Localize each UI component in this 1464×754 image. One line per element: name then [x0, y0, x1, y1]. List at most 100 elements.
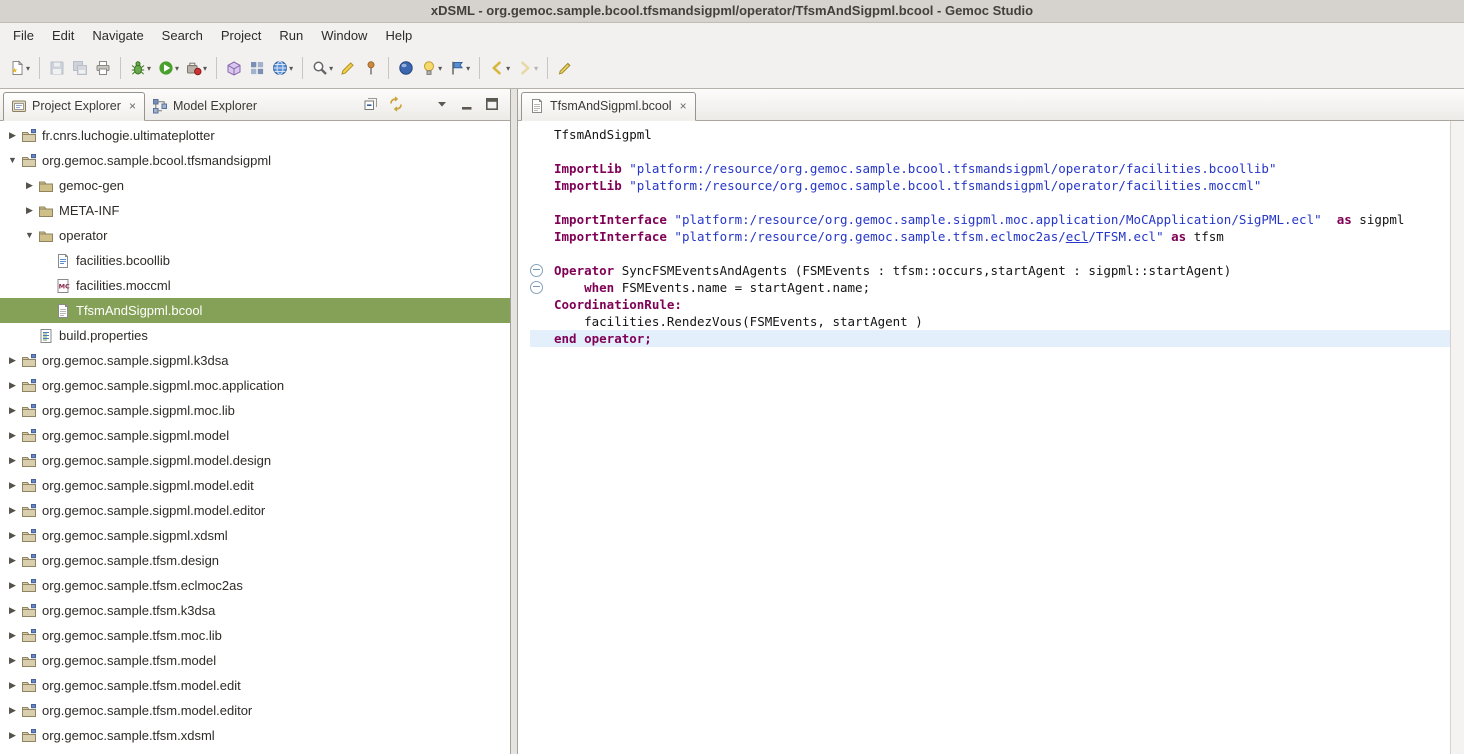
pin-editor-button[interactable]: [360, 55, 382, 81]
tree-item-org.gemoc.sample.tfsm.design[interactable]: ▶org.gemoc.sample.tfsm.design: [0, 548, 510, 573]
expand-arrow-icon[interactable]: ▶: [6, 398, 19, 423]
menu-run[interactable]: Run: [270, 25, 312, 46]
code-line-5[interactable]: [530, 194, 1464, 211]
new-task-button[interactable]: ▾: [446, 55, 473, 81]
tree-item-org.gemoc.sample.tfsm.model[interactable]: ▶org.gemoc.sample.tfsm.model: [0, 648, 510, 673]
fold-collapse-icon[interactable]: −: [530, 281, 554, 294]
expand-arrow-icon[interactable]: ▶: [23, 198, 36, 223]
code-line-9[interactable]: −Operator SyncFSMEventsAndAgents (FSMEve…: [530, 262, 1464, 279]
tree-item-org.gemoc.sample.sigpml.model.editor[interactable]: ▶org.gemoc.sample.sigpml.model.editor: [0, 498, 510, 523]
code-line-2[interactable]: [530, 143, 1464, 160]
code-line-8[interactable]: [530, 245, 1464, 262]
expand-arrow-icon[interactable]: ▶: [6, 673, 19, 698]
menu-file[interactable]: File: [4, 25, 43, 46]
close-icon[interactable]: ×: [680, 100, 687, 112]
expand-arrow-icon[interactable]: ▶: [6, 573, 19, 598]
code-line-11[interactable]: CoordinationRule:: [530, 296, 1464, 313]
code-line-7[interactable]: ImportInterface "platform:/resource/org.…: [530, 228, 1464, 245]
back-history-dropdown-arrow-icon[interactable]: ▾: [506, 64, 510, 73]
open-type-button[interactable]: [395, 55, 417, 81]
new-wizard-dropdown-arrow-icon[interactable]: ▾: [26, 64, 30, 73]
debug-button[interactable]: ▾: [127, 55, 154, 81]
tree-item-org.gemoc.sample.sigpml.k3dsa[interactable]: ▶org.gemoc.sample.sigpml.k3dsa: [0, 348, 510, 373]
menu-search[interactable]: Search: [153, 25, 212, 46]
debug-dropdown-arrow-icon[interactable]: ▾: [147, 64, 151, 73]
external-tools-dropdown-arrow-icon[interactable]: ▾: [203, 64, 207, 73]
code-line-13[interactable]: end operator;: [530, 330, 1451, 347]
tree-item-org.gemoc.sample.sigpml.xdsml[interactable]: ▶org.gemoc.sample.sigpml.xdsml: [0, 523, 510, 548]
expand-arrow-icon[interactable]: ▶: [6, 423, 19, 448]
expand-arrow-icon[interactable]: ▶: [6, 523, 19, 548]
tree-item-org.gemoc.sample.sigpml.moc.application[interactable]: ▶org.gemoc.sample.sigpml.moc.application: [0, 373, 510, 398]
tree-item-org.gemoc.sample.tfsm.eclmoc2as[interactable]: ▶org.gemoc.sample.tfsm.eclmoc2as: [0, 573, 510, 598]
expand-arrow-icon[interactable]: ▶: [6, 548, 19, 573]
quick-access-button[interactable]: ▾: [418, 55, 445, 81]
expand-arrow-icon[interactable]: ▶: [6, 473, 19, 498]
code-line-10[interactable]: − when FSMEvents.name = startAgent.name;: [530, 279, 1464, 296]
tree-item-fr.cnrs.luchogie.ultimateplotter[interactable]: ▶fr.cnrs.luchogie.ultimateplotter: [0, 123, 510, 148]
close-icon[interactable]: ×: [129, 100, 136, 112]
tab-project-explorer[interactable]: Project Explorer ×: [3, 92, 145, 121]
tree-item-META-INF[interactable]: ▶META-INF: [0, 198, 510, 223]
menu-edit[interactable]: Edit: [43, 25, 83, 46]
tab-model-explorer[interactable]: Model Explorer: [145, 93, 265, 120]
tree-item-org.gemoc.sample.sigpml.model.design[interactable]: ▶org.gemoc.sample.sigpml.model.design: [0, 448, 510, 473]
link-with-editor-button[interactable]: [387, 95, 405, 113]
collapse-arrow-icon[interactable]: ▼: [23, 223, 36, 248]
expand-arrow-icon[interactable]: ▶: [6, 448, 19, 473]
open-web-browser-dropdown-arrow-icon[interactable]: ▾: [289, 64, 293, 73]
code-line-6[interactable]: ImportInterface "platform:/resource/org.…: [530, 211, 1464, 228]
run-button[interactable]: ▾: [155, 55, 182, 81]
menu-project[interactable]: Project: [212, 25, 270, 46]
code-line-1[interactable]: TfsmAndSigpml: [530, 126, 1464, 143]
tree-item-org.gemoc.sample.sigpml.model.edit[interactable]: ▶org.gemoc.sample.sigpml.model.edit: [0, 473, 510, 498]
tree-item-TfsmAndSigpml.bcool[interactable]: TfsmAndSigpml.bcool: [0, 298, 510, 323]
external-tools-button[interactable]: ▾: [183, 55, 210, 81]
tree-item-org.gemoc.sample.sigpml.moc.lib[interactable]: ▶org.gemoc.sample.sigpml.moc.lib: [0, 398, 510, 423]
print-button[interactable]: [92, 55, 114, 81]
expand-arrow-icon[interactable]: ▶: [6, 373, 19, 398]
code-line-4[interactable]: ImportLib "platform:/resource/org.gemoc.…: [530, 177, 1464, 194]
expand-arrow-icon[interactable]: ▶: [6, 698, 19, 723]
editor-tab-tfsmandsigpml[interactable]: TfsmAndSigpml.bcool ×: [521, 92, 696, 121]
expand-arrow-icon[interactable]: ▶: [6, 723, 19, 748]
view-menu-button[interactable]: [433, 95, 451, 113]
search-dropdown-arrow-icon[interactable]: ▾: [329, 64, 333, 73]
expand-arrow-icon[interactable]: ▶: [6, 123, 19, 148]
tree-item-org.gemoc.sample.tfsm.model.edit[interactable]: ▶org.gemoc.sample.tfsm.model.edit: [0, 673, 510, 698]
menu-help[interactable]: Help: [376, 25, 421, 46]
tree-item-operator[interactable]: ▼operator: [0, 223, 510, 248]
menu-navigate[interactable]: Navigate: [83, 25, 152, 46]
minimize-button[interactable]: [458, 95, 476, 113]
tree-item-org.gemoc.sample.tfsm.model.editor[interactable]: ▶org.gemoc.sample.tfsm.model.editor: [0, 698, 510, 723]
collapse-all-button[interactable]: [362, 95, 380, 113]
tree-item-org.gemoc.sample.tfsm.k3dsa[interactable]: ▶org.gemoc.sample.tfsm.k3dsa: [0, 598, 510, 623]
code-area[interactable]: TfsmAndSigpml ImportLib "platform:/resour…: [518, 121, 1464, 754]
code-line-3[interactable]: ImportLib "platform:/resource/org.gemoc.…: [530, 160, 1464, 177]
expand-arrow-icon[interactable]: ▶: [6, 623, 19, 648]
tree-item-build.properties[interactable]: build.properties: [0, 323, 510, 348]
back-history-button[interactable]: ▾: [486, 55, 513, 81]
expand-arrow-icon[interactable]: ▶: [6, 598, 19, 623]
overview-ruler[interactable]: [1450, 121, 1464, 754]
tree-item-org.gemoc.sample.sigpml.model[interactable]: ▶org.gemoc.sample.sigpml.model: [0, 423, 510, 448]
mark-occurrences-button[interactable]: [337, 55, 359, 81]
menu-window[interactable]: Window: [312, 25, 376, 46]
expand-arrow-icon[interactable]: ▶: [23, 173, 36, 198]
last-edit-location-button[interactable]: [554, 55, 576, 81]
fold-collapse-icon[interactable]: −: [530, 264, 554, 277]
maximize-button[interactable]: [483, 95, 501, 113]
code-line-12[interactable]: facilities.RendezVous(FSMEvents, startAg…: [530, 313, 1464, 330]
expand-arrow-icon[interactable]: ▶: [6, 648, 19, 673]
quick-access-dropdown-arrow-icon[interactable]: ▾: [438, 64, 442, 73]
tree-item-org.gemoc.sample.tfsm.moc.lib[interactable]: ▶org.gemoc.sample.tfsm.moc.lib: [0, 623, 510, 648]
expand-arrow-icon[interactable]: ▶: [6, 348, 19, 373]
forward-history-dropdown-arrow-icon[interactable]: ▾: [534, 64, 538, 73]
collapse-arrow-icon[interactable]: ▼: [6, 148, 19, 173]
run-dropdown-arrow-icon[interactable]: ▾: [175, 64, 179, 73]
new-task-dropdown-arrow-icon[interactable]: ▾: [466, 64, 470, 73]
expand-arrow-icon[interactable]: ▶: [6, 498, 19, 523]
search-button[interactable]: ▾: [309, 55, 336, 81]
tree-item-org.gemoc.sample.bcool.tfsmandsigpml[interactable]: ▼org.gemoc.sample.bcool.tfsmandsigpml: [0, 148, 510, 173]
open-web-browser-button[interactable]: ▾: [269, 55, 296, 81]
